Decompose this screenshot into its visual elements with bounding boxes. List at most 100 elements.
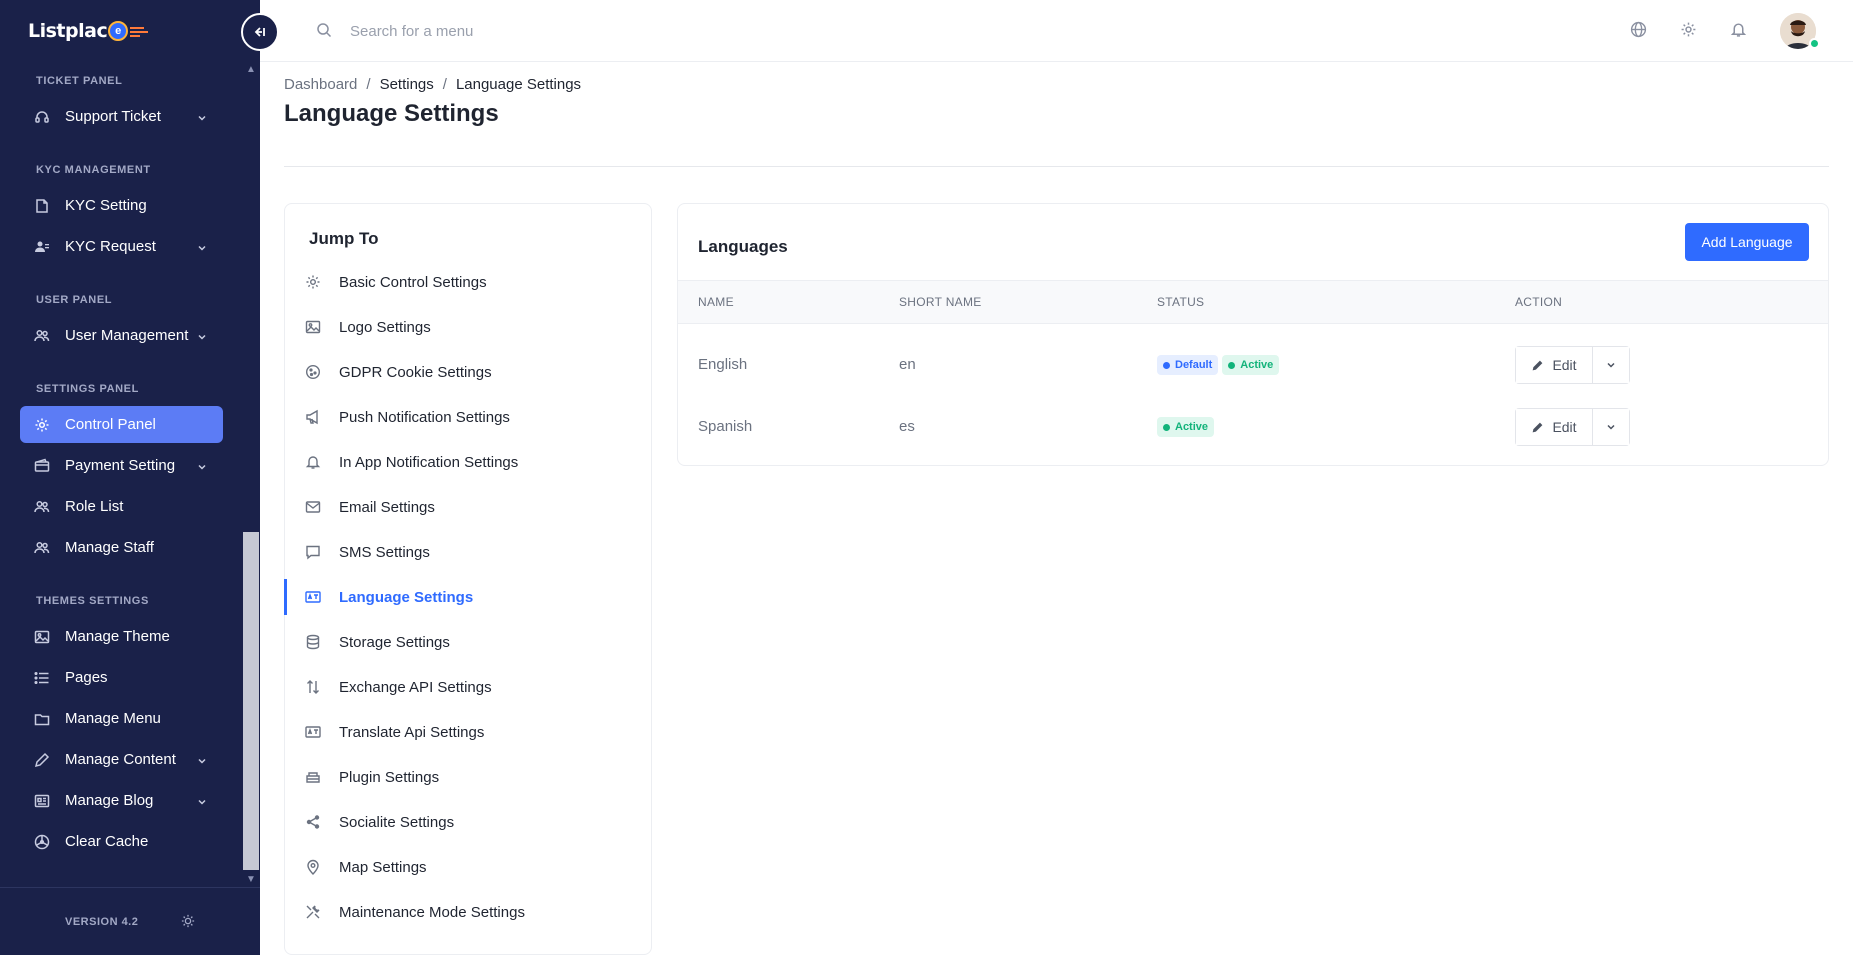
jump-item-storage[interactable]: Storage Settings bbox=[285, 622, 651, 662]
jump-to-card: Jump To Basic Control Settings Logo Sett… bbox=[284, 203, 652, 955]
pencil-icon bbox=[1531, 421, 1544, 434]
edit-button[interactable]: Edit bbox=[1516, 409, 1593, 445]
sidebar-item-label: KYC Request bbox=[65, 238, 156, 255]
folder-icon bbox=[34, 711, 50, 727]
wallet-icon bbox=[34, 458, 50, 474]
sidebar-item-kyc-setting[interactable]: KYC Setting bbox=[20, 187, 223, 224]
search-icon bbox=[316, 22, 332, 43]
sidebar-collapse-button[interactable] bbox=[241, 13, 279, 51]
search-input[interactable] bbox=[350, 18, 750, 44]
jump-item-maintenance[interactable]: Maintenance Mode Settings bbox=[285, 892, 651, 932]
sidebar-item-support-ticket[interactable]: Support Ticket bbox=[20, 98, 223, 135]
sun-icon[interactable] bbox=[181, 914, 195, 933]
jump-item-translate-api[interactable]: Translate Api Settings bbox=[285, 712, 651, 752]
gear-icon bbox=[34, 417, 50, 433]
section-label-kyc-management: KYC MANAGEMENT bbox=[36, 164, 151, 176]
gear-icon[interactable] bbox=[1680, 21, 1697, 43]
bell-icon bbox=[305, 454, 321, 470]
sidebar-item-control-panel[interactable]: Control Panel bbox=[20, 406, 223, 443]
sidebar-item-label: Manage Content bbox=[65, 751, 176, 768]
jump-item-label: Plugin Settings bbox=[339, 768, 440, 786]
jump-item-label: Exchange API Settings bbox=[339, 678, 492, 696]
jump-item-label: Storage Settings bbox=[339, 633, 450, 651]
action-dropdown-button[interactable] bbox=[1593, 347, 1629, 383]
status-badge-active: Active bbox=[1222, 355, 1280, 375]
logo-streaks bbox=[130, 25, 149, 37]
jump-item-in-app-notification[interactable]: In App Notification Settings bbox=[285, 442, 651, 482]
sidebar-item-manage-menu[interactable]: Manage Menu bbox=[20, 700, 223, 737]
sidebar-item-label: Pages bbox=[65, 669, 108, 686]
jump-item-label: Map Settings bbox=[339, 858, 427, 876]
scroll-up-icon[interactable]: ▲ bbox=[246, 64, 256, 75]
status-badges: Active bbox=[1157, 417, 1218, 437]
bell-icon[interactable] bbox=[1730, 21, 1747, 43]
edit-button[interactable]: Edit bbox=[1516, 347, 1593, 383]
chevron-down-icon bbox=[1607, 424, 1615, 430]
add-language-button[interactable]: Add Language bbox=[1685, 223, 1809, 261]
jump-item-plugin[interactable]: Plugin Settings bbox=[285, 757, 651, 797]
edit-label: Edit bbox=[1552, 357, 1577, 373]
sidebar-item-manage-blog[interactable]: Manage Blog bbox=[20, 782, 223, 819]
status-badge-active: Active bbox=[1157, 417, 1215, 437]
list-icon bbox=[34, 670, 50, 686]
sidebar-footer: VERSION 4.2 bbox=[0, 887, 260, 955]
sidebar-item-manage-theme[interactable]: Manage Theme bbox=[20, 618, 223, 655]
jump-item-label: Language Settings bbox=[339, 588, 474, 606]
jump-item-email[interactable]: Email Settings bbox=[285, 487, 651, 527]
column-header-status: STATUS bbox=[1157, 295, 1205, 309]
jump-item-gdpr-cookie[interactable]: GDPR Cookie Settings bbox=[285, 352, 651, 392]
sidebar-scrollbar[interactable]: ▲ ▼ bbox=[242, 62, 260, 887]
translate-icon bbox=[305, 724, 321, 740]
online-status-dot bbox=[1809, 38, 1820, 49]
chevron-down-icon bbox=[197, 329, 207, 346]
sidebar-item-label: Clear Cache bbox=[65, 833, 149, 850]
jump-item-exchange-api[interactable]: Exchange API Settings bbox=[285, 667, 651, 707]
sidebar-item-user-management[interactable]: User Management bbox=[20, 317, 223, 354]
globe-icon[interactable] bbox=[1630, 21, 1647, 43]
sidebar-item-label: Manage Staff bbox=[65, 539, 154, 556]
brand-logo[interactable]: Listplac e bbox=[28, 16, 149, 46]
jump-item-label: SMS Settings bbox=[339, 543, 430, 561]
chat-icon bbox=[305, 544, 321, 560]
tools-icon bbox=[305, 904, 321, 920]
sidebar-item-label: Manage Menu bbox=[65, 710, 161, 727]
sidebar-item-clear-cache[interactable]: Clear Cache bbox=[20, 823, 223, 860]
breadcrumb: Dashboard / Settings / Language Settings bbox=[284, 76, 581, 93]
sidebar-item-payment-setting[interactable]: Payment Setting bbox=[20, 447, 223, 484]
breadcrumb-settings[interactable]: Settings bbox=[380, 76, 434, 93]
sidebar-item-manage-staff[interactable]: Manage Staff bbox=[20, 529, 223, 566]
jump-item-map[interactable]: Map Settings bbox=[285, 847, 651, 887]
jump-item-label: Email Settings bbox=[339, 498, 435, 516]
share-icon bbox=[305, 814, 321, 830]
scroll-down-icon[interactable]: ▼ bbox=[246, 874, 256, 885]
jump-item-basic-control[interactable]: Basic Control Settings bbox=[285, 262, 651, 302]
jump-item-sms[interactable]: SMS Settings bbox=[285, 532, 651, 572]
action-button-group: Edit bbox=[1515, 346, 1630, 384]
language-icon bbox=[305, 589, 321, 605]
action-dropdown-button[interactable] bbox=[1593, 409, 1629, 445]
section-label-themes-settings: THEMES SETTINGS bbox=[36, 595, 149, 607]
breadcrumb-dashboard[interactable]: Dashboard bbox=[284, 76, 357, 93]
chevron-down-icon bbox=[197, 110, 207, 127]
image-icon bbox=[34, 629, 50, 645]
database-icon bbox=[305, 634, 321, 650]
jump-item-socialite[interactable]: Socialite Settings bbox=[285, 802, 651, 842]
sidebar-item-pages[interactable]: Pages bbox=[20, 659, 223, 696]
section-label-user-panel: USER PANEL bbox=[36, 294, 113, 306]
sidebar-item-manage-content[interactable]: Manage Content bbox=[20, 741, 223, 778]
column-header-short-name: SHORT NAME bbox=[899, 295, 982, 309]
scrollbar-thumb[interactable] bbox=[243, 532, 259, 870]
jump-item-push-notification[interactable]: Push Notification Settings bbox=[285, 397, 651, 437]
sidebar-item-role-list[interactable]: Role List bbox=[20, 488, 223, 525]
top-header bbox=[260, 0, 1853, 62]
page-title: Language Settings bbox=[284, 100, 499, 127]
users-group-icon bbox=[34, 499, 50, 515]
collapse-icon bbox=[254, 27, 265, 37]
jump-item-label: Maintenance Mode Settings bbox=[339, 903, 525, 921]
sidebar-item-kyc-request[interactable]: KYC Request bbox=[20, 228, 223, 265]
logo-mark: e bbox=[108, 21, 129, 41]
language-short-name: en bbox=[899, 356, 916, 373]
jump-item-language[interactable]: Language Settings bbox=[284, 577, 651, 617]
section-label-ticket-panel: TICKET PANEL bbox=[36, 75, 123, 87]
jump-item-logo[interactable]: Logo Settings bbox=[285, 307, 651, 347]
